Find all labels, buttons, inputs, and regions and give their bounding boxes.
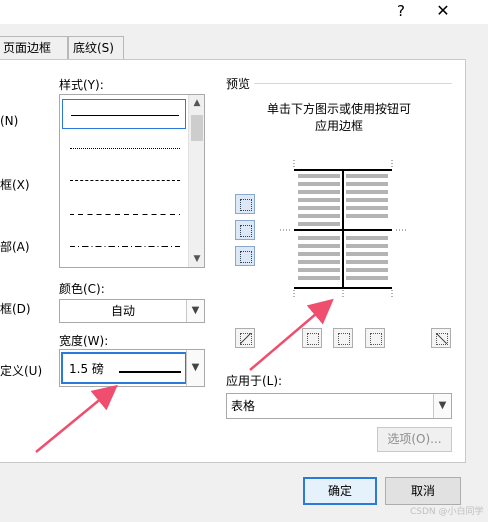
arrow-to-preview	[249, 298, 334, 371]
annotation-arrows	[35, 298, 334, 453]
arrow-to-width	[35, 384, 118, 453]
watermark: CSDN @小白同学	[410, 507, 484, 517]
